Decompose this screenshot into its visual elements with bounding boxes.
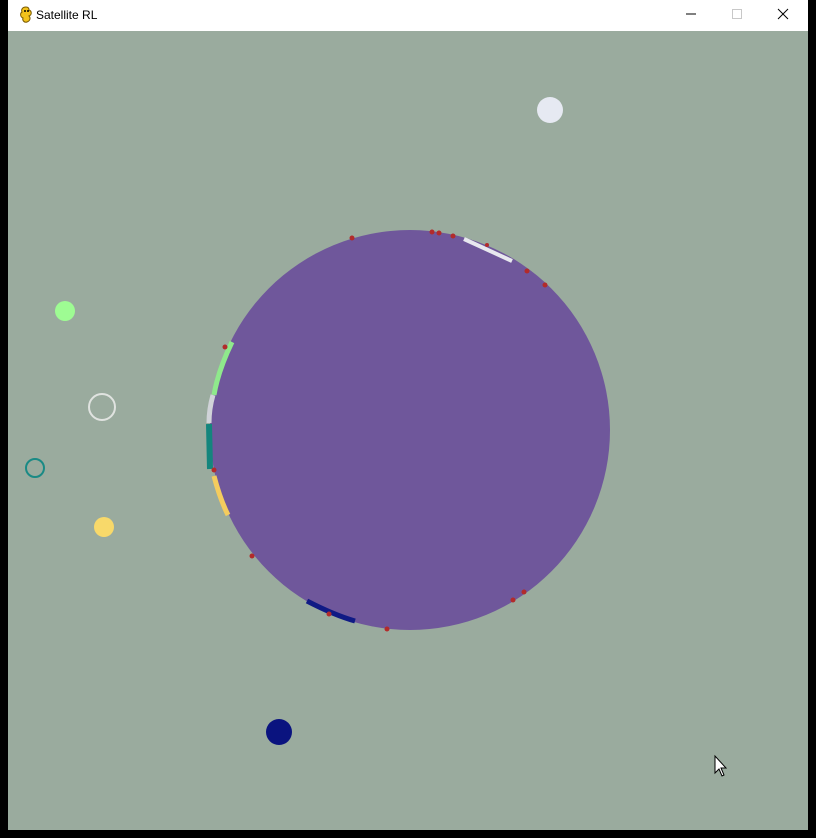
close-icon — [777, 7, 789, 25]
maximize-button[interactable] — [714, 0, 760, 31]
ground-marker — [222, 344, 228, 350]
ground-marker — [450, 233, 456, 239]
window-title: Satellite RL — [36, 8, 98, 22]
ground-marker — [485, 243, 489, 247]
ground-marker — [429, 229, 435, 235]
satellite-teal-ring — [25, 458, 45, 478]
satellite-yellow — [94, 517, 114, 537]
ground-marker — [510, 597, 516, 603]
ground-marker — [521, 589, 527, 595]
ground-marker — [349, 235, 355, 241]
minimize-icon — [685, 7, 697, 25]
close-button[interactable] — [760, 0, 806, 31]
satellite-white — [537, 97, 563, 123]
coverage-arc-teal — [206, 423, 213, 470]
ground-marker — [436, 230, 442, 236]
satellite-gray-ring — [88, 393, 116, 421]
title-bar[interactable]: Satellite RL — [8, 0, 808, 31]
satellite-light-green — [55, 301, 75, 321]
ground-marker — [211, 467, 217, 473]
maximize-icon — [731, 7, 743, 25]
ground-marker — [524, 268, 530, 274]
mouse-cursor-icon — [714, 754, 728, 777]
scene-svg — [25, 97, 728, 777]
ground-marker — [542, 282, 548, 288]
ground-marker — [249, 553, 255, 559]
ground-marker — [384, 626, 390, 632]
pygame-snake-icon — [18, 6, 34, 24]
satellite-navy — [266, 719, 292, 745]
game-canvas[interactable] — [8, 31, 808, 830]
app-window: Satellite RL — [0, 0, 816, 838]
planet — [210, 230, 610, 630]
ground-marker — [326, 611, 332, 617]
minimize-button[interactable] — [668, 0, 714, 31]
